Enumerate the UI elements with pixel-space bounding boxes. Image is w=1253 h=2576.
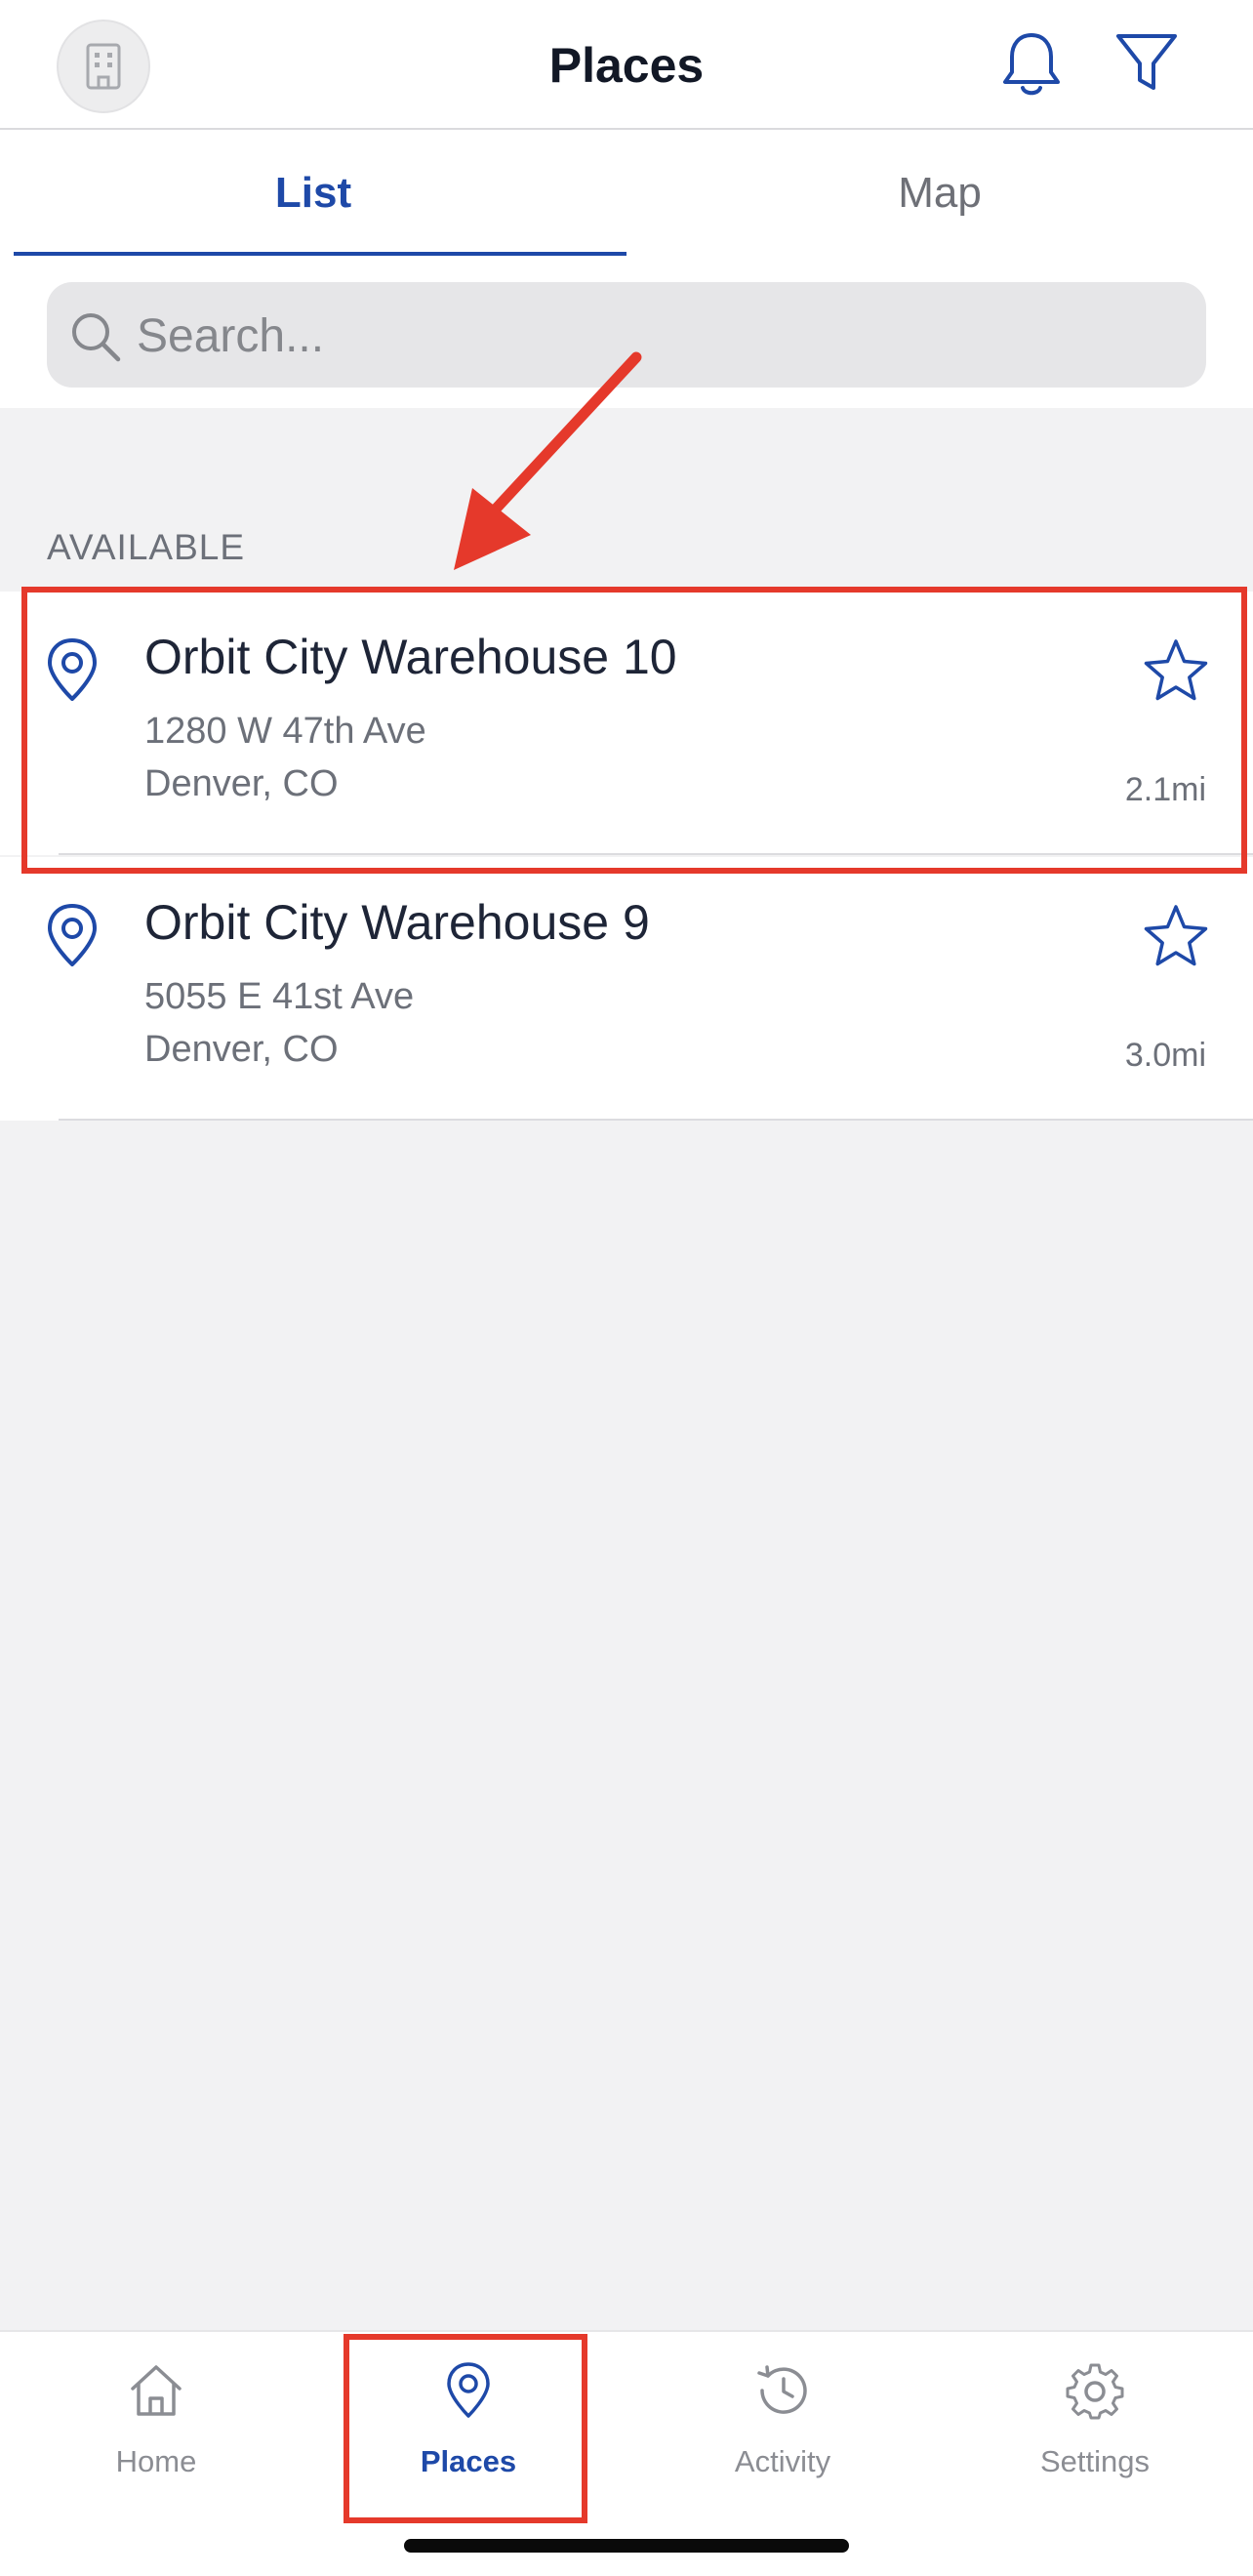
place-list-item[interactable]: Orbit City Warehouse 10 1280 W 47th Ave … (0, 592, 1253, 855)
bell-icon[interactable] (999, 29, 1064, 100)
map-pin-icon (48, 638, 97, 701)
place-address: 5055 E 41st Ave (144, 976, 415, 1017)
nav-label: Settings (1039, 2444, 1150, 2478)
list-divider (59, 853, 1253, 855)
tab-list[interactable]: List (0, 159, 626, 227)
map-pin-icon (447, 2362, 490, 2418)
search-icon (72, 313, 121, 362)
home-indicator (404, 2539, 849, 2553)
organization-avatar[interactable] (57, 20, 150, 113)
nav-label: Places (420, 2444, 517, 2478)
list-divider (59, 1119, 1253, 1121)
filter-icon[interactable] (1114, 31, 1179, 96)
place-list-item[interactable]: Orbit City Warehouse 9 5055 E 41st Ave D… (0, 857, 1253, 1121)
place-city: Denver, CO (144, 763, 339, 804)
gear-icon (1066, 2363, 1124, 2420)
star-icon[interactable] (1142, 902, 1210, 970)
place-name: Orbit City Warehouse 10 (144, 630, 677, 684)
view-tabs: List Map (0, 130, 1253, 259)
place-distance: 3.0mi (1124, 1037, 1206, 1074)
place-distance: 2.1mi (1124, 771, 1206, 808)
nav-label: Activity (734, 2444, 831, 2478)
tab-map[interactable]: Map (626, 159, 1253, 227)
page-title: Places (548, 38, 705, 93)
nav-item-activity[interactable]: Activity (626, 2361, 939, 2498)
building-icon (86, 43, 121, 90)
home-icon (131, 2365, 182, 2416)
nav-item-settings[interactable]: Settings (939, 2361, 1251, 2498)
map-pin-icon (48, 904, 97, 966)
star-icon[interactable] (1142, 636, 1210, 705)
nav-item-home[interactable]: Home (0, 2361, 312, 2498)
place-city: Denver, CO (144, 1029, 339, 1070)
top-app-bar: Places (0, 0, 1253, 130)
history-icon (757, 2365, 807, 2414)
place-name: Orbit City Warehouse 9 (144, 895, 650, 950)
nav-label: Home (115, 2444, 197, 2478)
annotation-arrow (454, 351, 642, 570)
nav-item-places[interactable]: Places (312, 2361, 625, 2498)
active-tab-indicator (14, 252, 626, 256)
place-address: 1280 W 47th Ave (144, 711, 426, 752)
